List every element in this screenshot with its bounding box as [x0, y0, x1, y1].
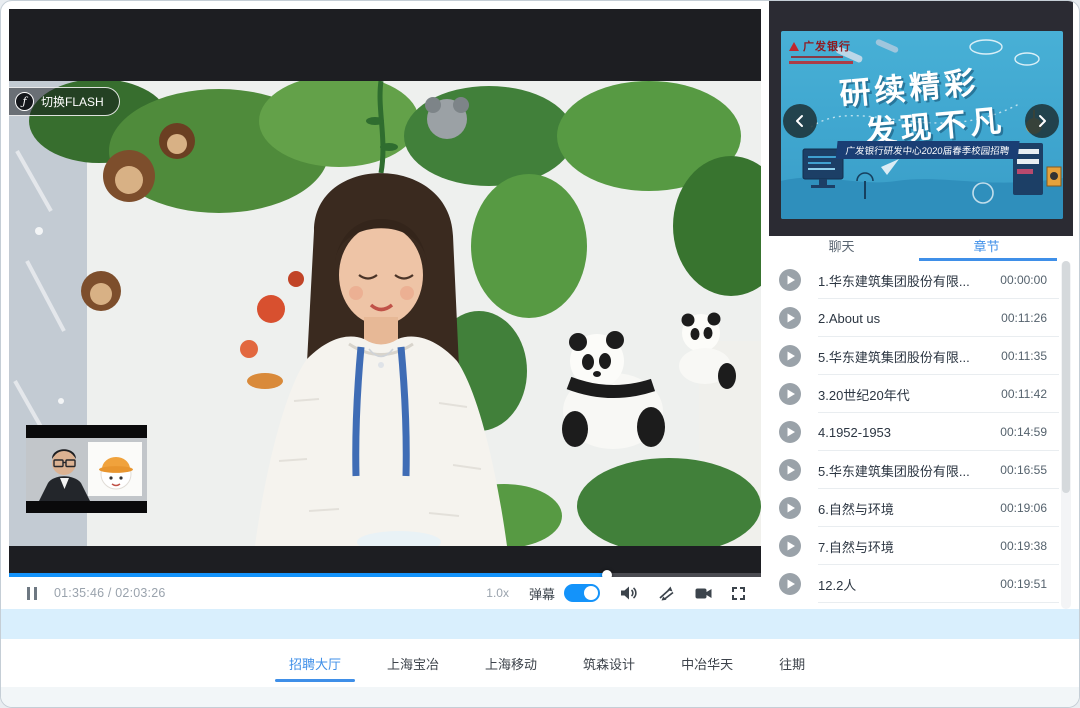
chapter-item[interactable]: 1.华东建筑集团股份有限... 00:00:00 — [769, 261, 1059, 299]
fullscreen-icon[interactable] — [732, 587, 745, 600]
chapter-time: 00:19:06 — [1000, 501, 1047, 515]
chapter-title: 3.20世纪20年代 — [818, 385, 1001, 404]
play-icon[interactable] — [779, 459, 801, 481]
footer-strip — [1, 687, 1080, 708]
play-icon[interactable] — [779, 535, 801, 557]
chapter-item[interactable]: 7.自然与环境 00:19:38 — [769, 527, 1059, 565]
pip-video[interactable] — [26, 425, 147, 513]
banner-slide[interactable]: 广发银行 研续精彩 发现不凡 广发银行研发中心2020届春季校园招聘 — [781, 31, 1063, 219]
playback-speed[interactable]: 1.0x — [486, 586, 509, 600]
chapter-time: 00:19:38 — [1000, 539, 1047, 553]
chapter-time: 00:16:55 — [1000, 463, 1047, 477]
live-webcast-page: ƒ 切换FLASH — [0, 0, 1080, 708]
volume-icon[interactable] — [620, 585, 638, 601]
pip-speaker-image — [26, 438, 147, 501]
chapter-item[interactable]: 5.华东建筑集团股份有限... 00:16:55 — [769, 451, 1059, 489]
chapter-item[interactable]: 2.About us 00:11:26 — [769, 299, 1059, 337]
play-icon[interactable] — [779, 573, 801, 595]
chapter-title: 2.About us — [818, 311, 1001, 326]
camera-icon[interactable] — [695, 587, 712, 600]
danmaku-label: 弹幕 — [529, 584, 555, 603]
chapter-title: 5.华东建筑集团股份有限... — [818, 461, 1000, 480]
play-icon[interactable] — [779, 497, 801, 519]
chevron-right-icon — [1035, 114, 1049, 128]
channel-tab[interactable]: 中冶华天 — [681, 639, 733, 687]
chapter-time: 00:11:35 — [1001, 349, 1047, 363]
banner-subtitle: 广发银行研发中心2020届春季校园招聘 — [836, 141, 1020, 159]
danmaku-toggle[interactable] — [564, 584, 600, 602]
chapter-list: 1.华东建筑集团股份有限... 00:00:00 2.About us 00:1… — [769, 261, 1059, 603]
pause-button[interactable] — [27, 587, 37, 600]
chapter-scrollbar[interactable] — [1061, 261, 1071, 609]
video-screen[interactable]: ƒ 切换FLASH — [9, 9, 761, 573]
chapter-item[interactable]: 12.2人 00:19:51 — [769, 565, 1059, 603]
panel-tab[interactable]: 聊天 — [769, 236, 914, 261]
switch-flash-button[interactable]: ƒ 切换FLASH — [9, 87, 120, 116]
chapter-item[interactable]: 4.1952-1953 00:14:59 — [769, 413, 1059, 451]
chapter-title: 5.华东建筑集团股份有限... — [818, 347, 1001, 366]
chapter-time: 00:11:26 — [1001, 311, 1047, 325]
play-icon[interactable] — [779, 269, 801, 291]
time-display: 01:35:46 / 02:03:26 — [54, 586, 166, 600]
chapter-title: 6.自然与环境 — [818, 499, 1000, 518]
chapter-time: 00:11:42 — [1001, 387, 1047, 401]
channel-tab[interactable]: 上海宝冶 — [387, 639, 439, 687]
bank-logo-icon — [789, 42, 799, 51]
video-player: ƒ 切换FLASH — [9, 9, 761, 609]
bank-logo: 广发银行 — [789, 38, 853, 64]
chapter-time: 00:19:51 — [1000, 577, 1047, 591]
play-icon[interactable] — [779, 307, 801, 329]
channel-tab[interactable]: 往期 — [779, 639, 805, 687]
chapter-title: 7.自然与环境 — [818, 537, 1000, 556]
play-icon[interactable] — [779, 383, 801, 405]
chapter-time: 00:14:59 — [1000, 425, 1047, 439]
channel-tab[interactable]: 上海移动 — [485, 639, 537, 687]
divider-strip — [1, 609, 1080, 639]
chapter-item[interactable]: 5.华东建筑集团股份有限... 00:11:35 — [769, 337, 1059, 375]
carousel-next-button[interactable] — [1025, 104, 1059, 138]
chapter-title: 4.1952-1953 — [818, 425, 1000, 440]
line-switch-icon[interactable] — [658, 586, 675, 601]
chapter-item[interactable]: 6.自然与环境 00:19:06 — [769, 489, 1059, 527]
channel-tab[interactable]: 筑森设计 — [583, 639, 635, 687]
panel-tab-bar: 聊天 章节 — [769, 236, 1059, 261]
banner-carousel: 广发银行 研续精彩 发现不凡 广发银行研发中心2020届春季校园招聘 — [769, 1, 1073, 236]
panel-tab[interactable]: 章节 — [914, 236, 1059, 261]
switch-flash-label: 切换FLASH — [41, 93, 104, 110]
chapter-title: 12.2人 — [818, 575, 1000, 594]
side-panel: 广发银行 研续精彩 发现不凡 广发银行研发中心2020届春季校园招聘 — [769, 1, 1073, 609]
play-icon[interactable] — [779, 345, 801, 367]
scrollbar-thumb[interactable] — [1062, 261, 1070, 493]
flash-icon: ƒ — [15, 92, 34, 111]
channel-tab[interactable]: 招聘大厅 — [289, 639, 341, 687]
carousel-prev-button[interactable] — [783, 104, 817, 138]
chapter-title: 1.华东建筑集团股份有限... — [818, 271, 1000, 290]
play-icon[interactable] — [779, 421, 801, 443]
chapter-item[interactable]: 3.20世纪20年代 00:11:42 — [769, 375, 1059, 413]
chapter-time: 00:00:00 — [1000, 273, 1047, 287]
chevron-left-icon — [793, 114, 807, 128]
channel-tab-bar: 招聘大厅 上海宝冶 上海移动 筑森设计 中冶华天 往期 — [1, 639, 1080, 687]
player-controls: 01:35:46 / 02:03:26 1.0x 弹幕 — [9, 577, 761, 609]
